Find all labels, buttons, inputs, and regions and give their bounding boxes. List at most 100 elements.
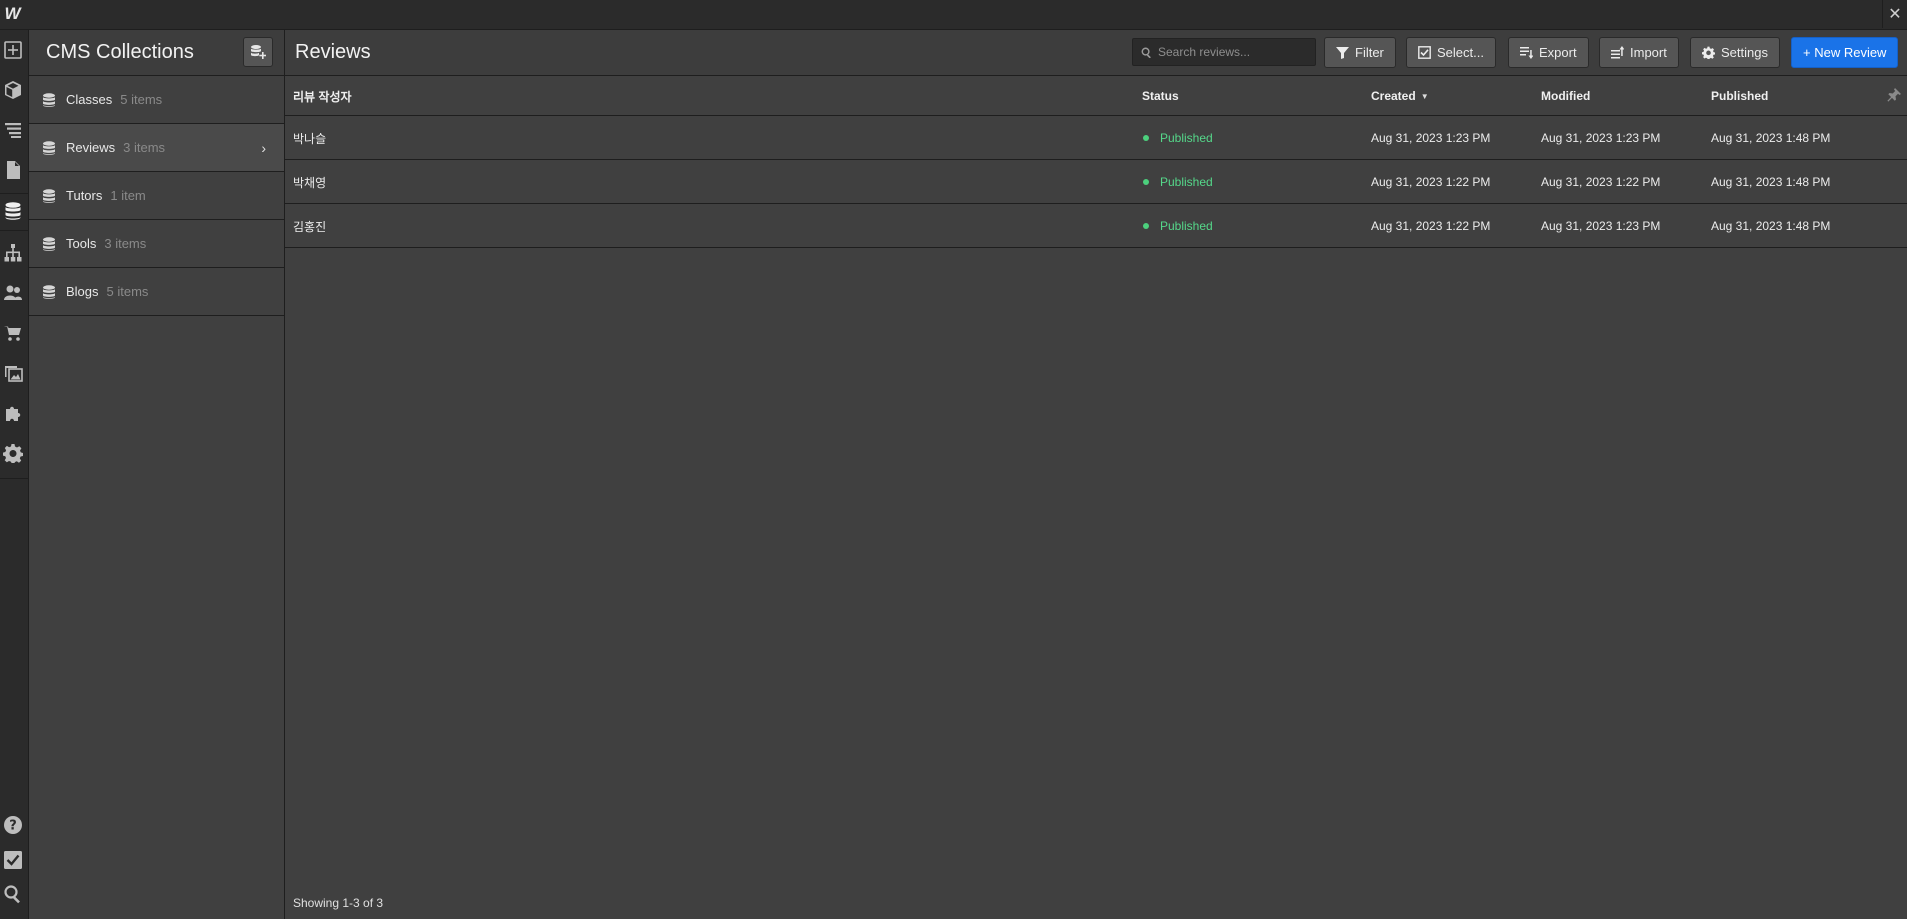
column-header-modified[interactable]: Modified <box>1541 76 1590 116</box>
column-header-created[interactable]: Created ▼ <box>1371 76 1429 116</box>
database-icon <box>42 92 56 107</box>
cell-status: Published <box>1143 204 1213 248</box>
top-bar: W ✕ <box>0 0 1907 30</box>
collection-name: Blogs <box>66 284 99 299</box>
cell-modified: Aug 31, 2023 1:23 PM <box>1541 131 1661 145</box>
main-header: Reviews Filter Select... Export Import <box>285 30 1907 76</box>
collection-item-blogs[interactable]: Blogs 5 items <box>29 268 284 316</box>
collection-item-tutors[interactable]: Tutors 1 item <box>29 172 284 220</box>
checklist-icon[interactable] <box>0 842 25 878</box>
export-button[interactable]: Export <box>1508 37 1589 68</box>
import-icon <box>1611 46 1624 59</box>
webflow-logo-icon[interactable]: W <box>0 0 25 28</box>
table-row[interactable]: 박나슬 Published Aug 31, 2023 1:23 PM Aug 3… <box>285 116 1907 160</box>
collection-name: Reviews <box>66 140 116 155</box>
search-icon[interactable] <box>0 876 25 912</box>
navigator-icon[interactable] <box>0 112 25 148</box>
table-row[interactable]: 박채영 Published Aug 31, 2023 1:22 PM Aug 3… <box>285 160 1907 204</box>
left-toolbar: ? <box>0 30 29 919</box>
settings-icon[interactable] <box>0 435 25 471</box>
collection-title: Reviews <box>295 41 371 63</box>
cell-created: Aug 31, 2023 1:23 PM <box>1371 131 1491 145</box>
users-icon[interactable] <box>0 275 25 311</box>
export-label: Export <box>1539 45 1577 60</box>
pages-icon[interactable] <box>0 152 25 188</box>
items-table: 리뷰 작성자 Status Created ▼ Modified Publishe… <box>285 76 1907 248</box>
cell-published: Aug 31, 2023 1:48 PM <box>1711 175 1831 189</box>
select-label: Select... <box>1437 45 1484 60</box>
panel-header: CMS Collections <box>29 30 284 76</box>
collection-main: Reviews Filter Select... Export Import <box>285 30 1907 919</box>
export-icon <box>1520 47 1533 59</box>
add-collection-icon <box>251 45 266 59</box>
collection-name: Tools <box>66 236 97 251</box>
chevron-right-icon: › <box>261 140 266 156</box>
cell-author: 박채영 <box>293 175 327 190</box>
logic-icon[interactable] <box>0 235 25 271</box>
cell-published: Aug 31, 2023 1:48 PM <box>1711 219 1831 233</box>
ecommerce-icon[interactable] <box>0 315 25 351</box>
filter-icon <box>1336 47 1349 59</box>
table-row[interactable]: 김홍진 Published Aug 31, 2023 1:22 PM Aug 3… <box>285 204 1907 248</box>
select-button[interactable]: Select... <box>1406 37 1496 68</box>
status-dot-icon <box>1143 135 1149 141</box>
collection-count: 1 item <box>110 188 146 203</box>
table-header: 리뷰 작성자 Status Created ▼ Modified Publishe… <box>285 76 1907 116</box>
filter-button[interactable]: Filter <box>1324 37 1396 68</box>
cell-modified: Aug 31, 2023 1:22 PM <box>1541 175 1661 189</box>
status-dot-icon <box>1143 179 1149 185</box>
database-icon <box>42 188 56 203</box>
panel-title: CMS Collections <box>46 41 194 63</box>
help-icon[interactable]: ? <box>0 807 25 843</box>
cell-author: 김홍진 <box>293 219 327 234</box>
apps-icon[interactable] <box>0 395 25 431</box>
cell-author: 박나슬 <box>293 131 327 146</box>
webflow-app: W ✕ ? CMS Collections Classes 5 items Re… <box>0 0 1907 919</box>
cell-modified: Aug 31, 2023 1:23 PM <box>1541 219 1661 233</box>
cell-status: Published <box>1143 160 1213 204</box>
svg-text:?: ? <box>9 819 17 834</box>
close-button[interactable]: ✕ <box>1882 0 1907 28</box>
status-dot-icon <box>1143 223 1149 229</box>
cell-published: Aug 31, 2023 1:48 PM <box>1711 131 1831 145</box>
cms-icon[interactable] <box>0 193 25 229</box>
new-review-label: + New Review <box>1803 45 1887 60</box>
database-icon <box>42 236 56 251</box>
showing-count: Showing 1-3 of 3 <box>293 896 384 910</box>
checkbox-icon <box>1418 46 1431 59</box>
column-header-author[interactable]: 리뷰 작성자 <box>293 76 352 116</box>
column-header-published[interactable]: Published <box>1711 76 1768 116</box>
search-icon <box>1141 47 1151 58</box>
gear-icon <box>1702 46 1715 59</box>
collection-item-classes[interactable]: Classes 5 items <box>29 76 284 124</box>
collection-name: Tutors <box>66 188 103 203</box>
video-icon[interactable] <box>0 908 25 919</box>
cell-status: Published <box>1143 116 1213 160</box>
search-input[interactable] <box>1158 45 1308 59</box>
pin-icon[interactable] <box>1887 88 1901 105</box>
collection-count: 5 items <box>106 284 149 299</box>
box-icon[interactable] <box>0 72 25 108</box>
search-box[interactable] <box>1132 38 1316 66</box>
cms-collections-panel: CMS Collections Classes 5 items Reviews … <box>29 30 285 919</box>
database-icon <box>42 140 56 155</box>
collection-item-tools[interactable]: Tools 3 items <box>29 220 284 268</box>
import-button[interactable]: Import <box>1599 37 1679 68</box>
database-icon <box>42 284 56 299</box>
collection-count: 3 items <box>123 140 166 155</box>
settings-button[interactable]: Settings <box>1690 37 1780 68</box>
filter-label: Filter <box>1355 45 1384 60</box>
cell-created: Aug 31, 2023 1:22 PM <box>1371 219 1491 233</box>
collection-item-reviews[interactable]: Reviews 3 items › <box>29 124 284 172</box>
new-review-button[interactable]: + New Review <box>1791 37 1899 68</box>
import-label: Import <box>1630 45 1667 60</box>
collection-name: Classes <box>66 92 113 107</box>
add-collection-button[interactable] <box>243 37 273 67</box>
add-icon[interactable] <box>0 32 25 68</box>
collection-count: 5 items <box>120 92 163 107</box>
column-header-status[interactable]: Status <box>1142 76 1179 116</box>
collection-count: 3 items <box>104 236 147 251</box>
assets-icon[interactable] <box>0 355 25 391</box>
cell-created: Aug 31, 2023 1:22 PM <box>1371 175 1491 189</box>
sort-down-icon: ▼ <box>1420 91 1429 101</box>
